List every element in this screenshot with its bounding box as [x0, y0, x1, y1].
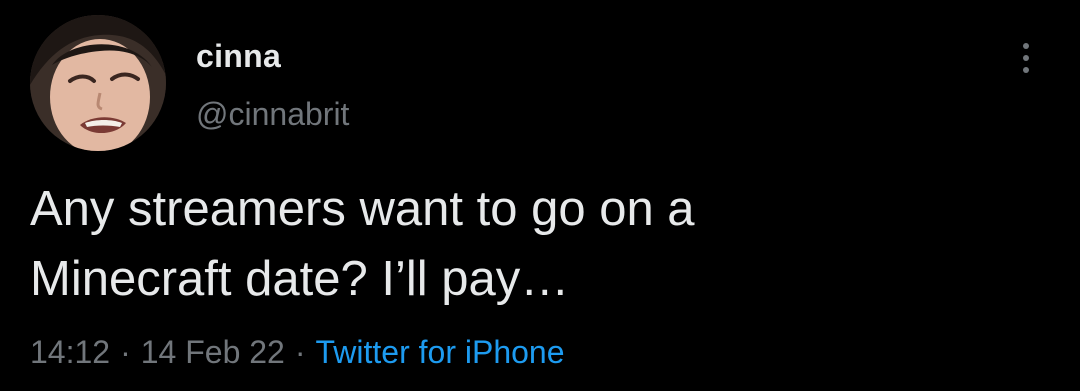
user-handle[interactable]: @cinnabrit: [196, 94, 349, 134]
avatar-image: [30, 15, 166, 151]
meta-separator: ·: [120, 334, 131, 370]
tweet-time[interactable]: 14:12: [30, 334, 110, 370]
display-name[interactable]: cinna: [196, 36, 281, 76]
more-options-icon: [1023, 43, 1029, 49]
tweet-meta: 14:12 · 14 Feb 22 · Twitter for iPhone: [30, 330, 565, 374]
more-options-button[interactable]: [1010, 38, 1042, 78]
tweet-text: Any streamers want to go on a Minecraft …: [30, 182, 695, 306]
tweet-date[interactable]: 14 Feb 22: [141, 334, 285, 370]
tweet-card: cinna @cinnabrit Any streamers want to g…: [0, 0, 1080, 391]
meta-separator: ·: [294, 334, 306, 370]
tweet-source-link[interactable]: Twitter for iPhone: [316, 334, 565, 370]
avatar[interactable]: [30, 15, 166, 151]
more-options-icon-dot: [1023, 67, 1029, 73]
more-options-icon-dot: [1023, 55, 1029, 61]
